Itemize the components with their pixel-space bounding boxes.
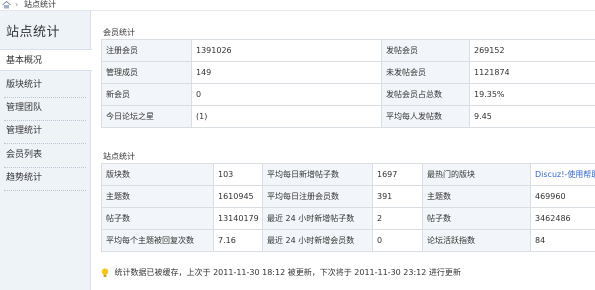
table-cell-value: 3462486 xyxy=(530,207,595,230)
table-cell-label: 注册会员 xyxy=(101,39,192,62)
sidebar-item-overview[interactable]: 基本概况 xyxy=(0,49,92,71)
table-row: 主题数 1610945 平均每日注册会员数 391 主题数 469960 xyxy=(101,185,595,208)
table-cell-value: 1697 xyxy=(372,163,423,186)
breadcrumb-separator: › xyxy=(15,0,19,9)
site-section-title: 站点统计 xyxy=(103,152,135,161)
table-row: 管理成员 149 未发帖会员 1121874 xyxy=(101,61,595,84)
lightbulb-icon xyxy=(101,268,109,278)
members-table: 注册会员 1391026 发帖会员 269152 管理成员 149 未发帖会员 … xyxy=(101,39,595,128)
table-cell-value: 1121874 xyxy=(469,61,595,84)
table-cell-value: 269152 xyxy=(469,39,595,62)
table-cell-value: (1) xyxy=(191,105,382,128)
table-cell-value: 469960 xyxy=(530,185,595,208)
table-cell-value: 13140179 xyxy=(213,207,263,230)
table-cell-label: 最近 24 小时新增会员数 xyxy=(262,229,373,252)
table-cell-label: 主题数 xyxy=(422,185,531,208)
table-cell-value: 19.35% xyxy=(469,83,595,106)
site-table: 版块数 103 平均每日新增帖子数 1697 最热门的版块 Discuz!-使用… xyxy=(101,163,595,252)
table-cell-label: 未发帖会员 xyxy=(381,61,470,84)
table-cell-value: 1391026 xyxy=(191,39,382,62)
table-cell-value: 391 xyxy=(372,185,423,208)
sidebar: 站点统计 基本概况 版块统计 管理团队 管理统计 会员列表 趋势统计 xyxy=(0,11,92,290)
table-row: 帖子数 13140179 最近 24 小时新增帖子数 2 帖子数 3462486 xyxy=(101,207,595,230)
table-cell-label: 平均每个主题被回复次数 xyxy=(101,229,214,252)
table-cell-label: 发帖会员占总数 xyxy=(381,83,470,106)
breadcrumb-current: 站点统计 xyxy=(24,0,56,9)
table-row: 平均每个主题被回复次数 7.16 最近 24 小时新增会员数 0 论坛活跃指数 … xyxy=(101,229,595,252)
hottest-forum-link[interactable]: Discuz!-使用帮助 xyxy=(530,163,595,186)
table-cell-label: 今日论坛之星 xyxy=(101,105,192,128)
table-cell-label: 管理成员 xyxy=(101,61,192,84)
table-row: 注册会员 1391026 发帖会员 269152 xyxy=(101,39,595,62)
sidebar-item-member-list[interactable]: 会员列表 xyxy=(0,144,91,166)
table-cell-value: 2 xyxy=(372,207,423,230)
sidebar-item-forum-stats[interactable]: 版块统计 xyxy=(0,74,91,96)
sidebar-title: 站点统计 xyxy=(6,25,61,40)
table-row: 新会员 0 发帖会员占总数 19.35% xyxy=(101,83,595,106)
table-cell-label: 平均每日注册会员数 xyxy=(262,185,373,208)
sidebar-item-trend-stats[interactable]: 趋势统计 xyxy=(0,167,91,189)
sidebar-item-mod-stats[interactable]: 管理统计 xyxy=(0,120,91,142)
table-cell-value: 9.45 xyxy=(469,105,595,128)
sidebar-divider xyxy=(4,190,86,191)
table-cell-value: 7.16 xyxy=(213,229,263,252)
sidebar-item-team[interactable]: 管理团队 xyxy=(0,97,91,119)
table-cell-value: 84 xyxy=(530,229,595,252)
table-row: 版块数 103 平均每日新增帖子数 1697 最热门的版块 Discuz!-使用… xyxy=(101,163,595,186)
table-cell-value: 1610945 xyxy=(213,185,263,208)
table-cell-label: 发帖会员 xyxy=(381,39,470,62)
table-cell-label: 新会员 xyxy=(101,83,192,106)
table-cell-label: 论坛活跃指数 xyxy=(422,229,531,252)
table-cell-label: 主题数 xyxy=(101,185,214,208)
cache-notice-text: 统计数据已被缓存，上次于 2011-11-30 18:12 被更新，下次将于 2… xyxy=(114,268,461,277)
members-section-title: 会员统计 xyxy=(103,28,135,37)
table-cell-label: 版块数 xyxy=(101,163,214,186)
table-cell-value: 0 xyxy=(191,83,382,106)
table-cell-value: 149 xyxy=(191,61,382,84)
table-cell-value: 103 xyxy=(213,163,263,186)
cache-notice: 统计数据已被缓存，上次于 2011-11-30 18:12 被更新，下次将于 2… xyxy=(101,268,461,279)
table-row: 今日论坛之星 (1) 平均每人发帖数 9.45 xyxy=(101,105,595,128)
table-cell-label: 最热门的版块 xyxy=(422,163,531,186)
home-icon[interactable] xyxy=(2,0,11,9)
table-cell-value: 0 xyxy=(372,229,423,252)
table-cell-label: 帖子数 xyxy=(101,207,214,230)
breadcrumb: › 站点统计 xyxy=(0,0,595,11)
table-cell-label: 帖子数 xyxy=(422,207,531,230)
table-cell-label: 平均每日新增帖子数 xyxy=(262,163,373,186)
table-cell-label: 平均每人发帖数 xyxy=(381,105,470,128)
table-cell-label: 最近 24 小时新增帖子数 xyxy=(262,207,373,230)
